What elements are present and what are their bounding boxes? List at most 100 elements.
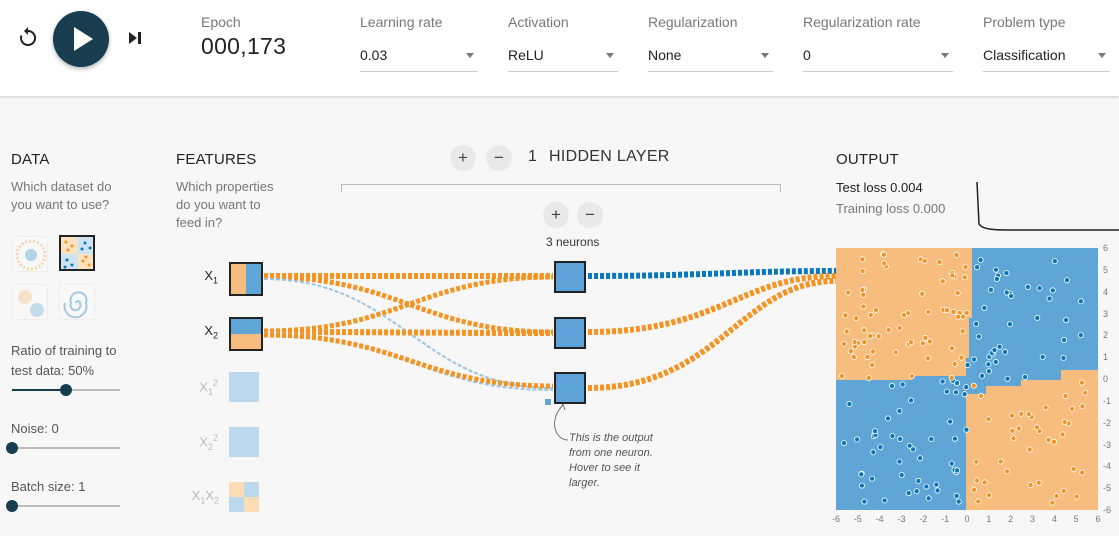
data-point [1009,412,1016,419]
data-point [974,264,981,271]
data-point [985,361,992,368]
loss-curve [976,181,1119,231]
data-point [1008,293,1015,300]
data-point [840,340,847,347]
link-n2-out[interactable] [587,273,837,335]
data-point [1053,493,1060,500]
data-point [981,479,988,486]
data-point [954,290,961,297]
data-point [960,313,967,320]
hidden-neuron-2[interactable] [554,317,586,349]
data-point [1049,287,1056,294]
y-tick-label: 1 [1103,352,1109,363]
remove-layer-button[interactable]: − [486,145,512,171]
data-point [913,488,920,495]
callout-line4: larger. [569,477,600,489]
data-point [1015,425,1022,432]
data-point [986,492,993,499]
data-point [1042,404,1049,411]
feature-x2-squared[interactable] [229,427,259,457]
output-title: OUTPUT [836,151,899,168]
data-point [875,333,882,340]
link-x2-n1[interactable] [263,274,554,334]
data-point [1003,289,1010,296]
data-point [889,382,896,389]
data-point [964,362,971,369]
data-point [897,435,904,442]
data-point [1069,405,1076,412]
link-n3-out[interactable] [587,278,837,391]
data-point [899,381,906,388]
data-point [843,328,850,335]
data-point [943,388,950,395]
feature-x1[interactable] [229,262,263,296]
data-point [943,307,950,314]
data-point [845,289,852,296]
data-point [901,311,908,318]
data-point [867,333,874,340]
data-point [953,492,960,499]
data-point [1049,499,1056,506]
data-point [1004,375,1011,382]
data-point [1064,277,1071,284]
callout-arrow [554,404,569,441]
neuron-callout: This is the output from one neuron. Hove… [569,431,669,491]
data-point [973,458,980,465]
data-point [1003,270,1010,277]
data-point [839,372,845,379]
data-point [933,481,940,488]
data-point [860,303,867,310]
data-point [858,471,865,478]
data-point [948,460,955,467]
y-tick-label: -3 [1103,439,1112,450]
data-point [896,458,903,465]
test-loss: Test loss 0.004 [836,180,923,195]
feature-label-x2-squared: X22 [199,433,218,452]
data-point [970,382,977,389]
data-point [1036,285,1043,292]
x-tick-label: -6 [831,514,840,524]
data-point [1070,466,1077,473]
data-point [865,375,872,382]
data-point [1060,487,1067,494]
add-neuron-button[interactable]: + [543,202,569,228]
x-tick-label: 2 [1008,514,1014,524]
y-tick-label: -6 [1103,505,1112,515]
data-point [885,415,892,422]
hidden-layer-count: 1 [528,148,537,165]
add-layer-button[interactable]: + [450,145,476,171]
data-point [1006,321,1013,328]
feature-x2[interactable] [229,317,263,351]
data-point [953,251,960,258]
data-point [853,315,860,322]
data-point [919,340,926,347]
data-point [898,471,905,478]
callout-line3: Hover to see it [569,462,640,474]
remove-neuron-button[interactable]: − [577,202,603,228]
data-point [950,309,957,316]
data-point [1078,379,1085,386]
data-point [948,345,955,352]
data-point [961,391,968,398]
callout-arrowhead [559,402,566,411]
feature-x1x2[interactable] [229,482,259,512]
link-n1-out[interactable] [587,268,837,279]
hidden-neuron-3[interactable] [554,372,586,404]
data-point [921,257,928,264]
hidden-neuron-1[interactable] [554,261,586,293]
data-point [859,287,866,294]
callout-line2: from one neuron. [569,447,653,459]
data-point [1046,295,1053,302]
data-point [870,348,877,355]
data-point [923,483,930,490]
x-tick-label: 3 [1029,514,1035,524]
data-point [973,477,980,484]
data-point [1079,403,1086,410]
output-heatmap[interactable] [836,248,1098,510]
data-point [859,268,866,275]
x-tick-label: 1 [986,514,992,524]
link-x2-n3[interactable] [263,332,554,389]
feature-x1-squared[interactable] [229,372,259,402]
y-tick-label: 4 [1103,286,1109,297]
data-point [926,338,933,345]
